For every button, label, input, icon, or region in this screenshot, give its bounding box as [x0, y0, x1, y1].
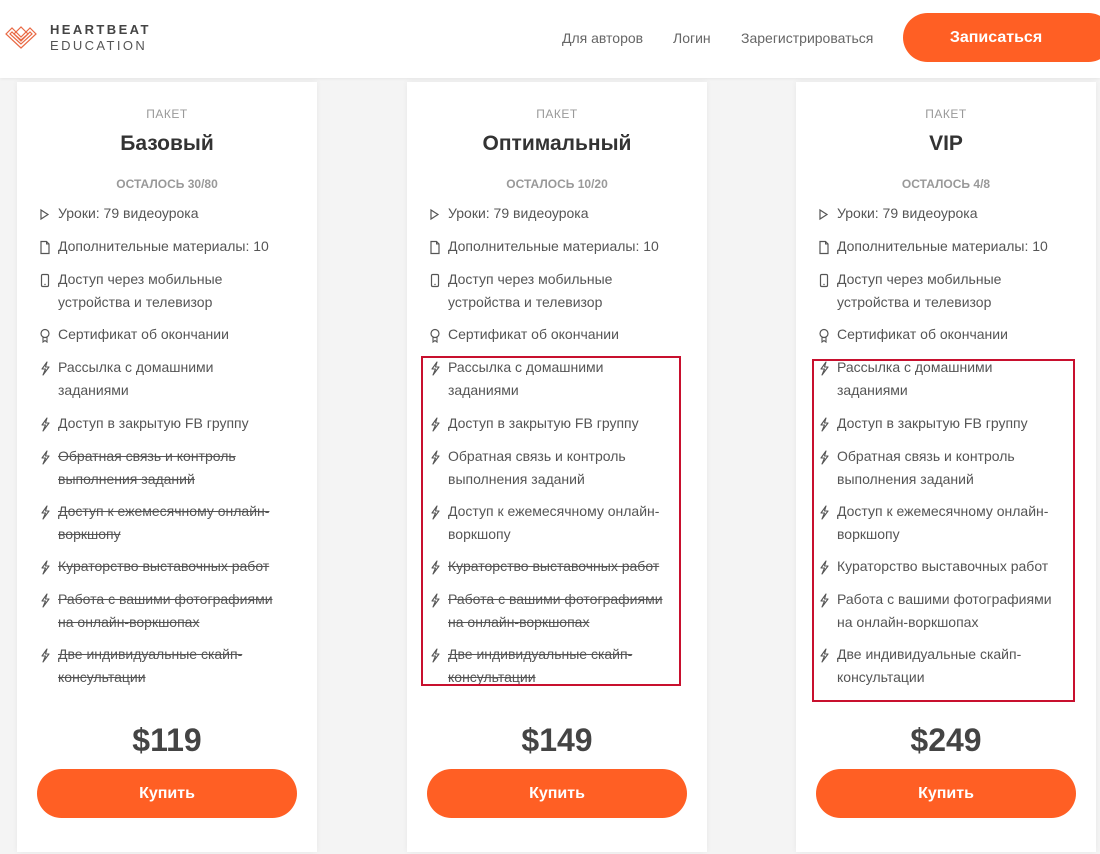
site-header: HEARTBEAT EDUCATION Для авторов Логин За…: [0, 0, 1100, 78]
highlight-box-vip: [812, 359, 1075, 702]
phone-icon: [429, 272, 441, 288]
feature-item: Уроки: 79 видеоурока: [818, 202, 1046, 225]
feature-text: Работа с вашими фотографиями на онлайн-в…: [58, 591, 273, 630]
award-icon: [818, 327, 830, 344]
feature-item: Дополнительные материалы: 10: [39, 235, 287, 258]
feature-item: Уроки: 79 видеоурока: [39, 202, 267, 225]
feature-item: Дополнительные материалы: 10: [818, 235, 1066, 258]
plan-price: $119: [132, 722, 202, 758]
feature-text: Доступ к ежемесячному онлайн-воркшопу: [58, 503, 270, 542]
feature-item: Две индивидуальные скайп-консультации: [39, 643, 249, 689]
feature-item: Кураторство выставочных работ: [39, 555, 287, 578]
feature-item: Работа с вашими фотографиями на онлайн-в…: [39, 588, 279, 634]
feature-item: Сертификат об окончании: [818, 323, 1066, 346]
award-icon: [429, 327, 441, 344]
feature-item: Доступ к ежемесячному онлайн-воркшопу: [39, 500, 279, 546]
document-icon: [429, 239, 441, 255]
plan-remaining-count: ОСТАЛОСЬ 30/80: [116, 177, 218, 191]
plan-card-basic: ПАКЕТ Базовый ОСТАЛОСЬ 30/80 Уроки: 79 виде…: [17, 82, 317, 852]
feature-text: Сертификат об окончании: [448, 326, 619, 342]
feature-item: Доступ через мобильные устройства и теле…: [818, 268, 1066, 314]
nav-for-authors-link[interactable]: Для авторов: [562, 30, 643, 46]
lightning-icon: [39, 360, 51, 376]
feature-item: Доступ через мобильные устройства и теле…: [429, 268, 677, 314]
lightning-icon: [39, 504, 51, 520]
feature-item: Сертификат об окончании: [429, 323, 677, 346]
buy-button[interactable]: Купить: [816, 769, 1076, 818]
logo-subtitle: EDUCATION: [50, 38, 148, 53]
phone-icon: [39, 272, 51, 288]
feature-item: Обратная связь и контроль выполнения зад…: [39, 445, 249, 491]
feature-text: Доступ через мобильные устройства и теле…: [58, 271, 223, 310]
plan-remaining-count: ОСТАЛОСЬ 10/20: [506, 177, 608, 191]
feature-item: Доступ в закрытую FB группу: [39, 412, 287, 435]
lightning-icon: [39, 559, 51, 575]
lightning-icon: [39, 592, 51, 608]
logo[interactable]: HEARTBEAT EDUCATION: [4, 22, 154, 56]
signup-button[interactable]: Записаться: [903, 13, 1100, 62]
feature-text: Уроки: 79 видеоурока: [58, 205, 199, 221]
feature-text: Доступ через мобильные устройства и теле…: [448, 271, 613, 310]
feature-item: Сертификат об окончании: [39, 323, 287, 346]
phone-icon: [818, 272, 830, 288]
play-icon: [818, 206, 830, 221]
document-icon: [39, 239, 51, 255]
feature-text: Доступ через мобильные устройства и теле…: [837, 271, 1002, 310]
plan-kicker: ПАКЕТ: [146, 107, 188, 121]
plan-name: Базовый: [120, 132, 214, 155]
feature-text: Сертификат об окончании: [58, 326, 229, 342]
lightning-icon: [39, 449, 51, 465]
logo-title: HEARTBEAT: [50, 22, 151, 37]
plan-remaining-count: ОСТАЛОСЬ 4/8: [901, 177, 991, 191]
feature-text: Две индивидуальные скайп-консультации: [58, 646, 243, 685]
nav-register-link[interactable]: Зарегистрироваться: [741, 30, 873, 46]
document-icon: [818, 239, 830, 255]
play-icon: [39, 206, 51, 221]
feature-item: Доступ через мобильные устройства и теле…: [39, 268, 287, 314]
feature-item: Уроки: 79 видеоурока: [429, 202, 657, 225]
buy-button[interactable]: Купить: [427, 769, 687, 818]
plan-price: $249: [910, 722, 982, 758]
feature-text: Сертификат об окончании: [837, 326, 1008, 342]
feature-text: Уроки: 79 видеоурока: [837, 205, 978, 221]
feature-text: Уроки: 79 видеоурока: [448, 205, 589, 221]
feature-item: Дополнительные материалы: 10: [429, 235, 677, 258]
feature-text: Дополнительные материалы: 10: [448, 238, 659, 254]
feature-text: Дополнительные материалы: 10: [58, 238, 269, 254]
plan-name: VIP: [929, 132, 963, 155]
heart-logo-icon: [5, 26, 37, 49]
lightning-icon: [39, 647, 51, 663]
feature-item: Рассылка с домашними заданиями: [39, 356, 259, 402]
plan-kicker: ПАКЕТ: [536, 107, 578, 121]
feature-text: Дополнительные материалы: 10: [837, 238, 1048, 254]
feature-text: Доступ в закрытую FB группу: [58, 415, 249, 431]
plan-kicker: ПАКЕТ: [925, 107, 967, 121]
highlight-box-optimal: [421, 356, 681, 686]
award-icon: [39, 327, 51, 344]
lightning-icon: [39, 416, 51, 432]
nav-login-link[interactable]: Логин: [673, 30, 711, 46]
feature-text: Кураторство выставочных работ: [58, 558, 270, 574]
plan-name: Оптимальный: [482, 132, 632, 155]
play-icon: [429, 206, 441, 221]
feature-text: Рассылка с домашними заданиями: [58, 359, 214, 398]
buy-button[interactable]: Купить: [37, 769, 297, 818]
feature-text: Обратная связь и контроль выполнения зад…: [58, 448, 236, 487]
plan-price: $149: [521, 722, 593, 758]
